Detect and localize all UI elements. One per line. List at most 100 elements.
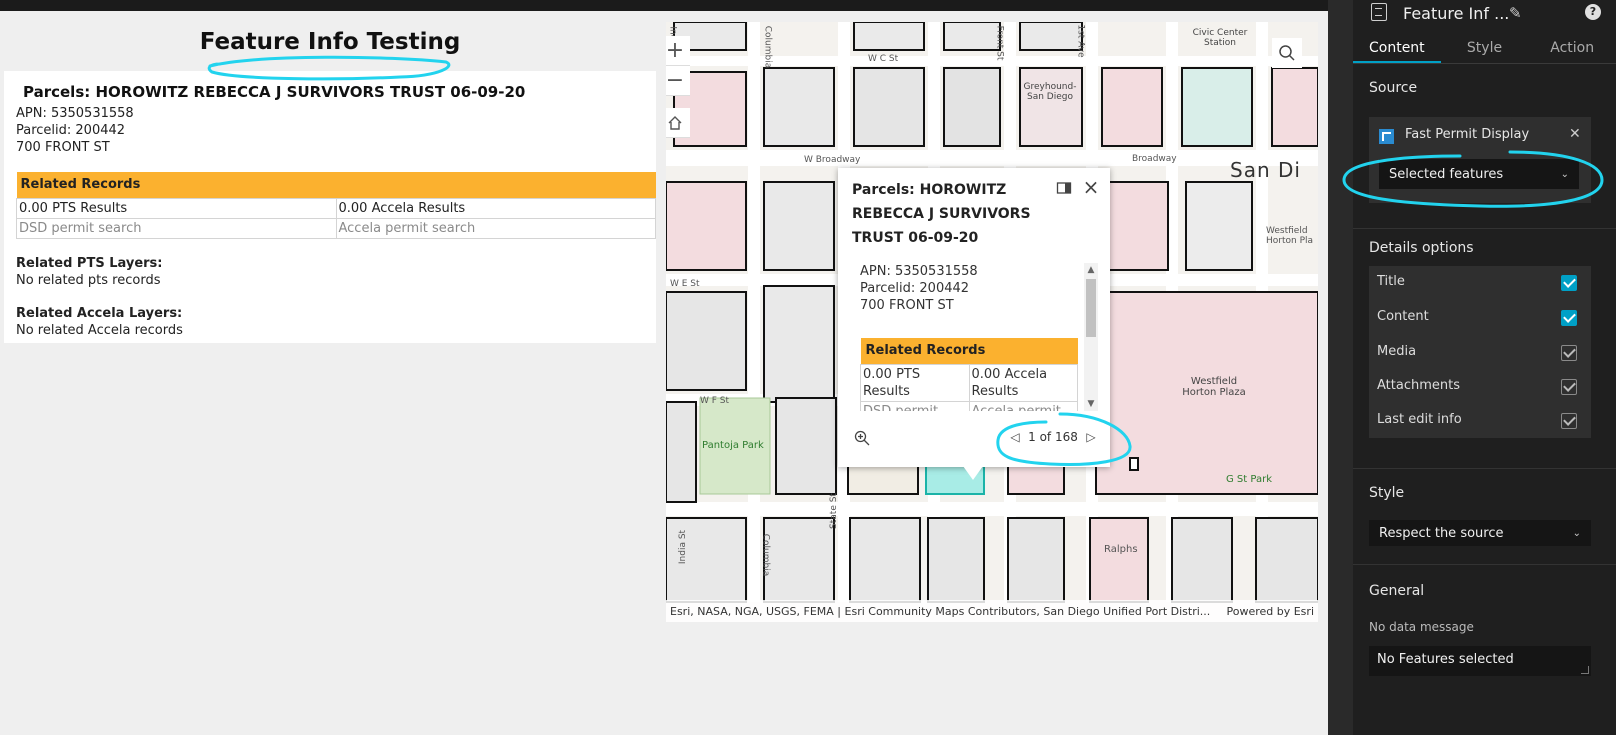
remove-source-icon[interactable]: ✕ (1569, 126, 1581, 142)
map-label-columbia: Columbia (762, 25, 773, 69)
content-checkbox[interactable] (1561, 310, 1577, 326)
zoom-out-button[interactable]: − (666, 66, 690, 96)
map-label-westfield-top: Westfield Horton Pla (1266, 226, 1314, 246)
popup-title: Parcels: HOROWITZ REBECCA J SURVIVORS TR… (852, 182, 1031, 246)
option-label: Attachments (1377, 378, 1460, 393)
option-last-edit-info: Last edit info (1369, 404, 1591, 438)
scroll-up-icon[interactable]: ▲ (1084, 263, 1098, 277)
map-label-we-st: W E St (670, 279, 700, 289)
pager-count: 1 of 168 (1028, 430, 1078, 444)
media-checkbox[interactable] (1561, 345, 1577, 361)
popup-related-records-table: Related Records 0.00 PTS Results 0.00 Ac… (860, 338, 1078, 411)
zoom-in-button[interactable]: + (666, 36, 690, 66)
dsd-permit-search-link[interactable]: DSD permit search (16, 217, 337, 239)
popup-accela-results: 0.00 Accela Results (968, 363, 1078, 402)
related-records-header: Related Records (16, 172, 656, 198)
home-icon (668, 115, 682, 130)
map-label-civic-center: Civic Center Station (1192, 28, 1248, 48)
popup-parcelid: Parcelid: 200442 (860, 281, 970, 296)
map-label-broadway: Broadway (1132, 154, 1177, 164)
last-edit-info-checkbox[interactable] (1561, 413, 1577, 429)
divider (1353, 228, 1616, 229)
no-data-message-label: No data message (1369, 620, 1474, 634)
pts-layers-title: Related PTS Layers: (16, 255, 163, 271)
pts-results: 0.00 PTS Results (16, 197, 337, 219)
general-section-title: General (1369, 583, 1425, 599)
powered-by-esri[interactable]: Powered by Esri (1226, 605, 1314, 618)
zoom-to-icon[interactable] (854, 430, 870, 446)
style-section-title: Style (1369, 485, 1405, 501)
popup-dsd-permit-link[interactable]: DSD permit (860, 400, 970, 411)
no-data-message-value: No Features selected (1377, 652, 1514, 667)
data-source-name: Fast Permit Display (1405, 127, 1530, 142)
style-dropdown[interactable]: Respect the source ⌄ (1369, 520, 1591, 546)
map-label-w-broadway: W Broadway (804, 155, 861, 165)
popup-accela-permit-link[interactable]: Accela permit (968, 400, 1078, 411)
resize-handle-icon[interactable] (1581, 666, 1589, 674)
no-data-message-input[interactable]: No Features selected (1369, 646, 1591, 676)
tab-action[interactable]: Action (1528, 34, 1616, 63)
scroll-down-icon[interactable]: ▼ (1084, 397, 1098, 411)
chevron-down-icon: ⌄ (1572, 527, 1581, 539)
pencil-icon[interactable]: ✎ (1509, 4, 1522, 22)
map-popup: Parcels: HOROWITZ REBECCA J SURVIVORS TR… (838, 168, 1110, 467)
option-media: Media (1369, 336, 1591, 370)
option-label: Content (1377, 309, 1429, 324)
attachments-checkbox[interactable] (1561, 379, 1577, 395)
home-button[interactable] (666, 108, 690, 138)
feature-parcelid: Parcelid: 200442 (16, 123, 126, 138)
map-label-wf-st: W F St (700, 396, 730, 406)
option-title: Title (1369, 266, 1591, 300)
details-options-list: Title Content Media Attachments Last edi… (1369, 266, 1591, 438)
source-mode-dropdown[interactable]: Selected features ⌄ (1379, 159, 1579, 189)
map-label-columbia-south: Columbia (760, 533, 771, 577)
popup-pts-results: 0.00 PTS Results (860, 363, 970, 402)
popup-scrollbar[interactable]: ▲ ▼ (1084, 263, 1098, 411)
scrollbar-thumb[interactable] (1086, 279, 1096, 337)
accela-permit-search-link[interactable]: Accela permit search (335, 217, 656, 239)
popup-content: APN: 5350531558 Parcelid: 200442 700 FRO… (860, 263, 1080, 411)
help-icon[interactable]: ? (1585, 4, 1601, 20)
widget-name[interactable]: Feature Inf ... (1403, 4, 1509, 23)
attribution-text: Esri, NASA, NGA, USGS, FEMA | Esri Commu… (670, 604, 1211, 618)
feature-address: 700 FRONT ST (16, 140, 110, 155)
data-source-icon (1379, 129, 1394, 144)
popup-apn: APN: 5350531558 (860, 264, 978, 279)
map-label-1st-ave: 1st Ave (1075, 24, 1086, 58)
feature-heading: Parcels: HOROWITZ REBECCA J SURVIVORS TR… (23, 83, 526, 101)
page-title: Feature Info Testing (199, 29, 461, 55)
map-label-san-diego: San Di (1230, 158, 1301, 182)
map-label-front-st: Front St (994, 25, 1005, 61)
accela-layers-title: Related Accela Layers: (16, 305, 183, 321)
settings-tabs: Content Style Action (1353, 34, 1616, 64)
search-icon (1279, 45, 1295, 61)
map-search-button[interactable] (1272, 38, 1302, 68)
option-content: Content (1369, 301, 1591, 335)
popup-related-records-header: Related Records (860, 338, 1078, 364)
map-label-ralphs: Ralphs (1104, 544, 1138, 555)
tab-content[interactable]: Content (1353, 34, 1441, 63)
pts-layers-text: No related pts records (16, 272, 161, 288)
feature-apn: APN: 5350531558 (16, 106, 134, 121)
source-mode-value: Selected features (1389, 166, 1504, 182)
previous-feature-icon[interactable]: ◁ (1008, 430, 1022, 444)
tab-style[interactable]: Style (1441, 34, 1529, 63)
next-feature-icon[interactable]: ▷ (1084, 430, 1098, 444)
option-label: Last edit info (1377, 412, 1462, 427)
popup-address: 700 FRONT ST (860, 298, 954, 313)
panel-header: Feature Inf ... ✎ ? (1353, 0, 1616, 28)
map-label-g-st-park: G St Park (1226, 474, 1272, 485)
accela-layers-text: No related Accela records (16, 322, 183, 338)
popup-pointer (963, 466, 983, 480)
option-attachments: Attachments (1369, 370, 1591, 404)
map-label-greyhound: Greyhound-San Diego (1023, 82, 1077, 102)
close-icon[interactable]: × (1082, 177, 1100, 197)
divider (1353, 468, 1616, 469)
dock-icon[interactable] (1056, 180, 1072, 196)
feature-info-widget: Parcels: HOROWITZ REBECCA J SURVIVORS TR… (4, 71, 656, 343)
popup-pager: ◁ 1 of 168 ▷ (1008, 424, 1098, 450)
panel-separator (1328, 0, 1353, 735)
title-checkbox[interactable] (1561, 275, 1577, 291)
settings-panel: Feature Inf ... ✎ ? Content Style Action… (1353, 0, 1616, 735)
style-value: Respect the source (1379, 525, 1504, 541)
